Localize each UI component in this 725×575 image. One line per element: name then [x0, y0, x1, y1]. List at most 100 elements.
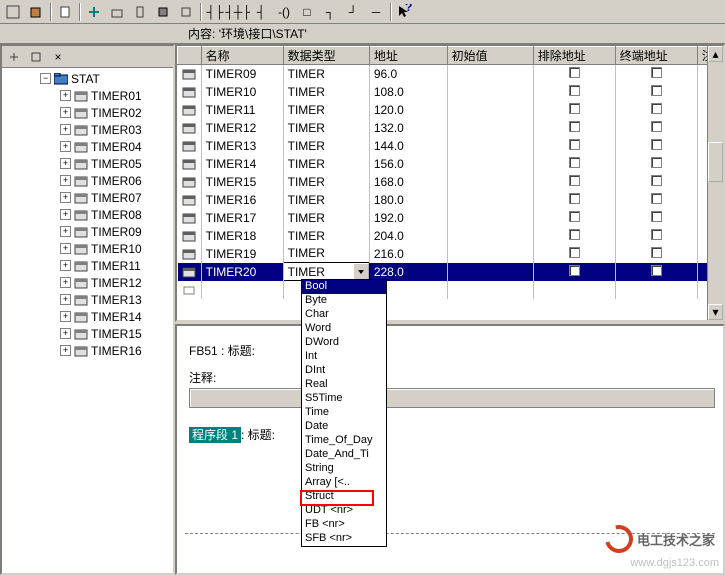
expand-icon[interactable]: +: [60, 311, 71, 322]
tree-item[interactable]: +TIMER13: [2, 291, 173, 308]
expand-icon[interactable]: +: [60, 141, 71, 152]
expand-icon[interactable]: +: [60, 158, 71, 169]
cell-init[interactable]: [447, 173, 533, 191]
checkbox[interactable]: [651, 121, 662, 132]
checkbox[interactable]: [569, 103, 580, 114]
cell-init[interactable]: [447, 209, 533, 227]
help-cursor-icon[interactable]: ?: [394, 2, 416, 22]
cell-name[interactable]: TIMER12: [201, 119, 283, 137]
expand-icon[interactable]: +: [60, 226, 71, 237]
cell-init[interactable]: [447, 155, 533, 173]
cell-excl[interactable]: [533, 245, 615, 263]
vertical-scrollbar[interactable]: ▴ ▾: [707, 46, 723, 320]
tree-tb-btn[interactable]: ×: [48, 48, 68, 66]
expand-icon[interactable]: +: [60, 175, 71, 186]
cell-excl[interactable]: [533, 119, 615, 137]
checkbox[interactable]: [651, 67, 662, 78]
toolbar-btn[interactable]: [175, 2, 197, 22]
checkbox[interactable]: [651, 175, 662, 186]
dropdown-option[interactable]: Char: [302, 308, 386, 322]
cell-type[interactable]: TIMER: [283, 119, 369, 137]
dropdown-option[interactable]: UDT <nr>: [302, 504, 386, 518]
expand-icon[interactable]: +: [60, 209, 71, 220]
tree-item[interactable]: +TIMER10: [2, 240, 173, 257]
tree[interactable]: − STAT +TIMER01+TIMER02+TIMER03+TIMER04+…: [2, 68, 173, 573]
cell-excl[interactable]: [533, 155, 615, 173]
cell-excl[interactable]: [533, 173, 615, 191]
toolbar-btn[interactable]: [152, 2, 174, 22]
table-row[interactable]: TIMER10TIMER108.0: [178, 83, 723, 101]
expand-icon[interactable]: +: [60, 277, 71, 288]
cell-type[interactable]: TIMER: [283, 83, 369, 101]
col-name[interactable]: 名称: [201, 47, 283, 65]
table-row[interactable]: TIMER15TIMER168.0: [178, 173, 723, 191]
checkbox[interactable]: [651, 211, 662, 222]
tree-item[interactable]: +TIMER03: [2, 121, 173, 138]
cell-init[interactable]: [447, 263, 533, 281]
table-row[interactable]: TIMER09TIMER96.0: [178, 65, 723, 83]
dropdown-option[interactable]: Byte: [302, 294, 386, 308]
cell-term[interactable]: [615, 65, 697, 83]
cell-init[interactable]: [447, 227, 533, 245]
dropdown-option[interactable]: Real: [302, 378, 386, 392]
expand-icon[interactable]: +: [60, 243, 71, 254]
toolbar-btn[interactable]: ┤┼├: [227, 2, 249, 22]
cell-name[interactable]: TIMER09: [201, 65, 283, 83]
tree-item[interactable]: +TIMER05: [2, 155, 173, 172]
cell-addr[interactable]: 192.0: [369, 209, 447, 227]
cell-type[interactable]: TIMER: [283, 263, 369, 281]
cell-init[interactable]: [447, 119, 533, 137]
checkbox[interactable]: [569, 193, 580, 204]
cell-init[interactable]: [447, 137, 533, 155]
cell-term[interactable]: [615, 209, 697, 227]
cell-addr[interactable]: 96.0: [369, 65, 447, 83]
cell-term[interactable]: [615, 119, 697, 137]
tree-root[interactable]: − STAT: [2, 70, 173, 87]
cell-term[interactable]: [615, 101, 697, 119]
dropdown-option[interactable]: Int: [302, 350, 386, 364]
cell-excl[interactable]: [533, 227, 615, 245]
cell-name[interactable]: TIMER16: [201, 191, 283, 209]
cell-term[interactable]: [615, 245, 697, 263]
scroll-down-icon[interactable]: ▾: [708, 304, 723, 320]
dropdown-option[interactable]: Bool: [302, 280, 386, 294]
cell-term[interactable]: [615, 155, 697, 173]
cell-name[interactable]: TIMER10: [201, 83, 283, 101]
toolbar-btn[interactable]: ┐: [319, 2, 341, 22]
dropdown-option[interactable]: Word: [302, 322, 386, 336]
tree-tb-btn[interactable]: [4, 48, 24, 66]
tree-item[interactable]: +TIMER04: [2, 138, 173, 155]
table-row[interactable]: TIMER19TIMER216.0: [178, 245, 723, 263]
toolbar-btn[interactable]: [83, 2, 105, 22]
expand-icon[interactable]: +: [60, 124, 71, 135]
table-row[interactable]: TIMER11TIMER120.0: [178, 101, 723, 119]
dropdown-option[interactable]: Date_And_Ti: [302, 448, 386, 462]
cell-term[interactable]: [615, 191, 697, 209]
col-addr[interactable]: 地址: [369, 47, 447, 65]
cell-addr[interactable]: 120.0: [369, 101, 447, 119]
toolbar-btn[interactable]: [25, 2, 47, 22]
checkbox[interactable]: [651, 157, 662, 168]
checkbox[interactable]: [569, 139, 580, 150]
cell-term[interactable]: [615, 227, 697, 245]
checkbox[interactable]: [569, 247, 580, 258]
cell-type[interactable]: TIMER: [283, 155, 369, 173]
table-row[interactable]: TIMER13TIMER144.0: [178, 137, 723, 155]
toolbar-btn[interactable]: □: [296, 2, 318, 22]
cell-addr[interactable]: 180.0: [369, 191, 447, 209]
segment-header[interactable]: 程序段 1: 标题:: [189, 426, 715, 443]
cell-excl[interactable]: [533, 137, 615, 155]
tree-item[interactable]: +TIMER16: [2, 342, 173, 359]
cell-addr[interactable]: 144.0: [369, 137, 447, 155]
cell-excl[interactable]: [533, 83, 615, 101]
expand-icon[interactable]: +: [60, 294, 71, 305]
cell-type[interactable]: TIMER: [283, 245, 369, 263]
tree-item[interactable]: +TIMER09: [2, 223, 173, 240]
cell-addr[interactable]: 228.0: [369, 263, 447, 281]
dropdown-option[interactable]: DInt: [302, 364, 386, 378]
cell-addr[interactable]: 132.0: [369, 119, 447, 137]
tree-item[interactable]: +TIMER12: [2, 274, 173, 291]
checkbox[interactable]: [569, 211, 580, 222]
cell-init[interactable]: [447, 191, 533, 209]
cell-type[interactable]: TIMER: [283, 65, 369, 83]
